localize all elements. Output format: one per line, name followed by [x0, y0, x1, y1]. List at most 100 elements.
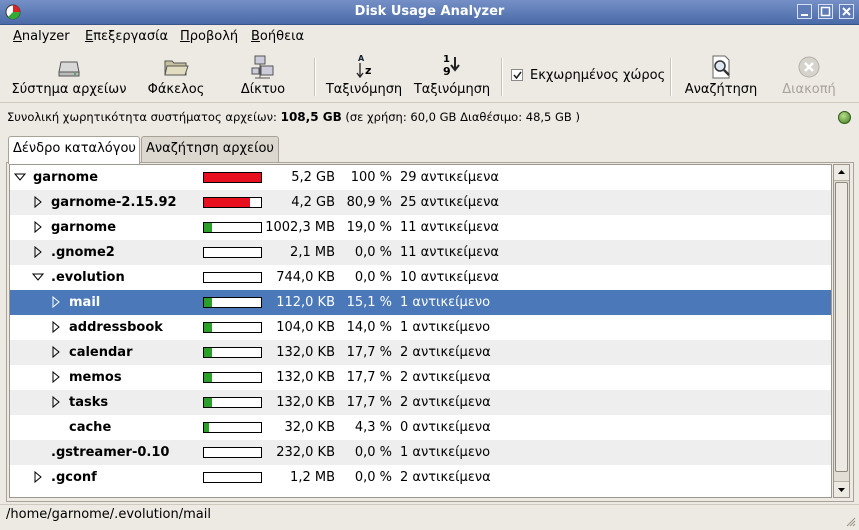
row-name: calendar: [69, 345, 133, 360]
row-percent: 14,0 %: [346, 320, 392, 335]
row-name: .evolution: [51, 270, 125, 285]
row-name: .gnome2: [51, 245, 115, 260]
usage-bar: [203, 397, 262, 408]
expander-closed-icon[interactable]: [50, 345, 62, 359]
allocated-space-label[interactable]: Εκχωρημένος χώρος: [530, 68, 665, 83]
search-button[interactable]: Αναζήτηση: [681, 54, 761, 100]
title-bar: Disk Usage Analyzer: [0, 0, 859, 25]
row-item-count: 1 αντικείμενο: [400, 320, 491, 335]
usage-bar-fill: [204, 398, 212, 407]
sort-by-size-label: Ταξινόμηση: [413, 82, 491, 97]
scroll-down-button[interactable]: [834, 481, 849, 497]
row-name: garnome: [33, 170, 99, 185]
expander-closed-icon[interactable]: [50, 295, 62, 309]
row-percent: 17,7 %: [346, 370, 392, 385]
menu-analyzer[interactable]: Analyzer: [13, 29, 70, 44]
row-name: mail: [69, 295, 101, 310]
stop-label: Διακοπή: [782, 82, 836, 97]
toolbar-separator: [670, 58, 672, 96]
scrollbar-thumb[interactable]: [835, 182, 848, 472]
usage-bar: [203, 447, 262, 458]
usage-bar-fill: [204, 298, 212, 307]
usage-bar: [203, 272, 262, 283]
tree-row[interactable]: .gconf 1,2 MB 0,0 % 2 αντικείμενα: [10, 465, 831, 490]
menu-view-mnemonic: Π: [180, 29, 190, 44]
sort-numeric-icon: 1 9: [439, 54, 465, 80]
tree-row[interactable]: addressbook 104,0 KB 14,0 % 1 αντικείμενο: [10, 315, 831, 340]
row-item-count: 25 αντικείμενα: [400, 195, 499, 210]
maximize-button[interactable]: [818, 4, 833, 19]
row-size: 132,0 KB: [276, 395, 335, 410]
toolbar-separator: [314, 58, 316, 96]
sort-by-name-label: Ταξινόμηση: [325, 82, 403, 97]
usage-bar-fill: [204, 323, 212, 332]
scan-folder-button[interactable]: Φάκελος: [140, 54, 212, 100]
usage-bar: [203, 172, 262, 183]
scan-network-button[interactable]: Δίκτυο: [228, 54, 298, 100]
menu-help[interactable]: Βοήθεια: [251, 29, 304, 44]
row-size: 744,0 KB: [276, 270, 335, 285]
tree-row[interactable]: cache 32,0 KB 4,3 % 0 αντικείμενα: [10, 415, 831, 440]
tree-row[interactable]: calendar 132,0 KB 17,7 % 2 αντικείμενα: [10, 340, 831, 365]
row-item-count: 29 αντικείμενα: [400, 170, 499, 185]
current-path: /home/garnome/.evolution/mail: [6, 507, 211, 522]
directory-tree-view[interactable]: garnome 5,2 GB 100 % 29 αντικείμενα garnome-…: [9, 164, 832, 498]
tree-row[interactable]: garnome 1002,3 MB 19,0 % 11 αντικείμενα: [10, 215, 831, 240]
tree-row[interactable]: .gstreamer-0.10 232,0 KB 0,0 % 1 αντικείμεν…: [10, 440, 831, 465]
row-size: 232,0 KB: [276, 445, 335, 460]
tab-directory-tree[interactable]: Δένδρο καταλόγου: [8, 136, 140, 164]
sort-alpha-icon: A z: [351, 54, 377, 80]
expander-open-icon[interactable]: [32, 270, 44, 284]
expander-closed-icon[interactable]: [32, 245, 44, 259]
row-percent: 15,1 %: [346, 295, 392, 310]
resize-grip-icon[interactable]: [844, 515, 856, 527]
usage-bar-fill: [204, 173, 261, 182]
expander-closed-icon[interactable]: [32, 195, 44, 209]
expander-closed-icon[interactable]: [32, 470, 44, 484]
vertical-scrollbar[interactable]: [833, 164, 850, 498]
tab-file-search[interactable]: Αναζήτηση αρχείου: [141, 136, 279, 162]
minimize-button[interactable]: [797, 4, 812, 19]
toolbar-separator: [501, 58, 503, 96]
allocated-space-checkbox[interactable]: [511, 69, 523, 81]
usage-bar: [203, 472, 262, 483]
sort-by-name-button[interactable]: A z Ταξινόμηση: [323, 54, 405, 100]
row-item-count: 2 αντικείμενα: [400, 470, 491, 485]
arrow-up-icon: [838, 170, 845, 174]
expander-closed-icon[interactable]: [50, 320, 62, 334]
tree-row[interactable]: memos 132,0 KB 17,7 % 2 αντικείμενα: [10, 365, 831, 390]
window-title: Disk Usage Analyzer: [354, 4, 505, 19]
menu-help-mnemonic: Β: [251, 29, 260, 44]
expander-closed-icon[interactable]: [32, 220, 44, 234]
usage-bar: [203, 372, 262, 383]
tree-row[interactable]: garnome-2.15.92 4,2 GB 80,9 % 25 αντικείμεν…: [10, 190, 831, 215]
stop-button[interactable]: Διακοπή: [776, 54, 842, 100]
tree-row[interactable]: .evolution 744,0 KB 0,0 % 10 αντικείμενα: [10, 265, 831, 290]
search-icon: [712, 55, 730, 79]
tree-row[interactable]: tasks 132,0 KB 17,7 % 2 αντικείμενα: [10, 390, 831, 415]
row-item-count: 10 αντικείμενα: [400, 270, 499, 285]
row-percent: 17,7 %: [346, 395, 392, 410]
sort-by-size-button[interactable]: 1 9 Ταξινόμηση: [411, 54, 493, 100]
minimize-icon: [801, 14, 808, 16]
row-item-count: 2 αντικείμενα: [400, 345, 491, 360]
close-icon: [842, 7, 851, 16]
expander-closed-icon[interactable]: [50, 395, 62, 409]
expander-closed-icon[interactable]: [50, 370, 62, 384]
row-item-count: 0 αντικείμενα: [400, 420, 491, 435]
tree-row[interactable]: mail 112,0 KB 15,1 % 1 αντικείμενο: [10, 290, 831, 315]
scan-filesystem-button[interactable]: Σύστημα αρχείων: [8, 54, 130, 100]
row-item-count: 2 αντικείμενα: [400, 370, 491, 385]
row-percent: 4,3 %: [354, 420, 392, 435]
filesystem-capacity-info: Συνολική χωρητικότητα συστήματος αρχείων…: [7, 110, 580, 124]
expander-open-icon[interactable]: [14, 170, 26, 184]
tree-row[interactable]: garnome 5,2 GB 100 % 29 αντικείμενα: [10, 165, 831, 190]
menu-view[interactable]: Προβολή: [180, 29, 238, 44]
tree-row[interactable]: .gnome2 2,1 MB 0,0 % 11 αντικείμενα: [10, 240, 831, 265]
row-name: .gstreamer-0.10: [51, 445, 170, 460]
menu-analyzer-label: nalyzer: [21, 29, 70, 44]
menu-edit[interactable]: Επεξεργασία: [85, 29, 168, 44]
scroll-up-button[interactable]: [834, 165, 849, 181]
close-button[interactable]: [839, 4, 854, 19]
usage-bar: [203, 322, 262, 333]
